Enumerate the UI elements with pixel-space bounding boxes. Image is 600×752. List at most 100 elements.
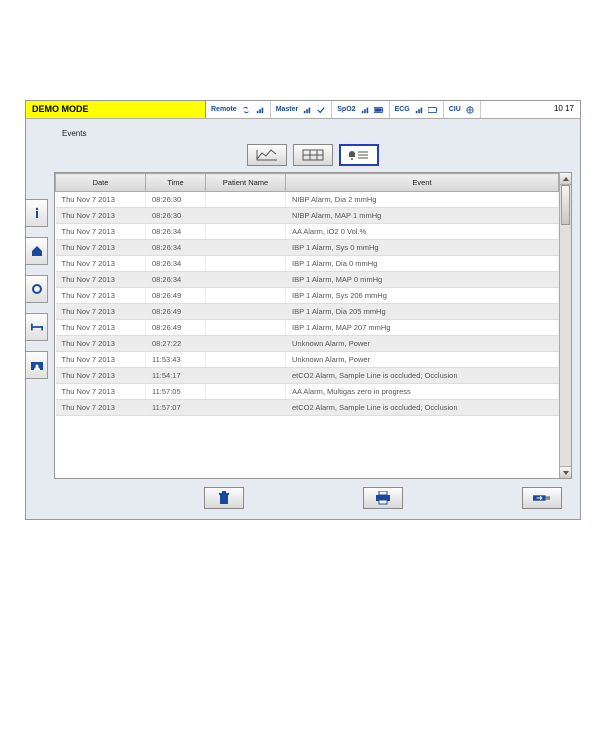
trend-chart-icon [256, 149, 278, 161]
cell-name [206, 272, 286, 288]
cell-time: 08:26:34 [146, 272, 206, 288]
cell-event: IBP 1 Alarm, Dia 205 mmHg [286, 304, 559, 320]
top-tab-label: ECG [395, 106, 410, 113]
top-tab-remote[interactable]: Remote [206, 101, 271, 118]
cell-event: Unknown Alarm, Power [286, 336, 559, 352]
table-row[interactable]: Thu Nov 7 201308:26:34IBP 1 Alarm, Dia 0… [56, 256, 559, 272]
cell-event: IBP 1 Alarm, MAP 0 mmHg [286, 272, 559, 288]
pinwheel-icon [465, 106, 475, 114]
view-btn-trend[interactable] [247, 144, 287, 166]
table-row[interactable]: Thu Nov 7 201311:57:05AA Alarm, Multigas… [56, 384, 559, 400]
bottom-actions [54, 479, 572, 513]
sidebar-btn-bed[interactable] [26, 313, 48, 341]
left-sidebar [26, 119, 48, 519]
table-row[interactable]: Thu Nov 7 201308:26:49IBP 1 Alarm, Sys 2… [56, 288, 559, 304]
view-btn-alarms[interactable] [339, 144, 379, 166]
cell-event: AA Alarm, iO2 0 Vol.% [286, 224, 559, 240]
bed-icon [31, 321, 43, 333]
battery-icon [374, 106, 384, 114]
view-btn-grid[interactable] [293, 144, 333, 166]
table-row[interactable]: Thu Nov 7 201308:26:49 IBP 1 Alarm, MAP 2… [56, 320, 559, 336]
cell-date: Thu Nov 7 2013 [56, 400, 146, 416]
table-row[interactable]: Thu Nov 7 201308:26:49IBP 1 Alarm, Dia 2… [56, 304, 559, 320]
cell-name [206, 320, 286, 336]
home-icon [31, 245, 43, 257]
cell-date: Thu Nov 7 2013 [56, 208, 146, 224]
view-mode-group [54, 144, 572, 166]
table-row[interactable]: Thu Nov 7 201311:53:43 Unknown Alarm, Pow… [56, 352, 559, 368]
col-header-event[interactable]: Event [286, 174, 559, 192]
col-header-date[interactable]: Date [56, 174, 146, 192]
cell-date: Thu Nov 7 2013 [56, 240, 146, 256]
top-tab-label: Remote [211, 106, 237, 113]
cell-event: etCO2 Alarm, Sample Line is occluded; Oc… [286, 400, 559, 416]
usb-export-icon [533, 491, 551, 505]
cell-event: Unknown Alarm, Power [286, 352, 559, 368]
top-tab-spo2[interactable]: SpO2 [332, 101, 389, 118]
events-table: Date Time Patient Name Event Thu Nov 7 2… [55, 173, 559, 416]
sidebar-btn-info[interactable] [26, 199, 48, 227]
sidebar-btn-home[interactable] [26, 237, 48, 265]
print-icon [374, 491, 392, 505]
scroll-up-button[interactable] [560, 173, 571, 185]
table-row[interactable]: Thu Nov 7 201308:26:34IBP 1 Alarm, Sys 0… [56, 240, 559, 256]
cell-time: 08:26:34 [146, 224, 206, 240]
cell-event: etCO2 Alarm, Sample Line is occluded; Oc… [286, 368, 559, 384]
cell-time: 08:26:49 [146, 320, 206, 336]
chevron-up-icon [563, 176, 569, 182]
usb-export-button[interactable] [522, 487, 562, 509]
battery-icon [428, 106, 438, 114]
top-tab-label: Master [276, 106, 299, 113]
sidebar-btn-patient-folder[interactable] [26, 351, 48, 379]
cell-event: NIBP Alarm, MAP 1 mmHg [286, 208, 559, 224]
cell-date: Thu Nov 7 2013 [56, 256, 146, 272]
cell-event: IBP 1 Alarm, MAP 207 mmHg [286, 320, 559, 336]
events-table-container: Date Time Patient Name Event Thu Nov 7 2… [54, 172, 572, 479]
vertical-scrollbar[interactable] [559, 173, 571, 478]
table-row[interactable]: Thu Nov 7 201311:54:17etCO2 Alarm, Sampl… [56, 368, 559, 384]
signal-icon [360, 106, 370, 114]
signal-icon [255, 106, 265, 114]
cell-event: AA Alarm, Multigas zero in progress [286, 384, 559, 400]
cell-name [206, 352, 286, 368]
cell-date: Thu Nov 7 2013 [56, 288, 146, 304]
table-row[interactable]: Thu Nov 7 201308:26:34 AA Alarm, iO2 0 Vo… [56, 224, 559, 240]
cell-event: IBP 1 Alarm, Dia 0 mmHg [286, 256, 559, 272]
top-tab-master[interactable]: Master [271, 101, 333, 118]
cell-date: Thu Nov 7 2013 [56, 192, 146, 208]
table-row[interactable]: Thu Nov 7 201308:26:30NIBP Alarm, Dia 2 … [56, 192, 559, 208]
scroll-down-button[interactable] [560, 466, 571, 478]
cell-date: Thu Nov 7 2013 [56, 352, 146, 368]
check-icon [316, 106, 326, 114]
delete-button[interactable] [204, 487, 244, 509]
col-header-time[interactable]: Time [146, 174, 206, 192]
cell-date: Thu Nov 7 2013 [56, 320, 146, 336]
cell-time: 08:26:30 [146, 208, 206, 224]
scroll-thumb[interactable] [561, 185, 570, 225]
top-tab-ciu[interactable]: CIU [444, 101, 481, 118]
cell-name [206, 240, 286, 256]
cell-event: NIBP Alarm, Dia 2 mmHg [286, 192, 559, 208]
cell-name [206, 368, 286, 384]
print-button[interactable] [363, 487, 403, 509]
table-row[interactable]: Thu Nov 7 201308:27:22 Unknown Alarm, Pow… [56, 336, 559, 352]
top-tab-ecg[interactable]: ECG [390, 101, 444, 118]
clock: 10 17 [548, 101, 580, 118]
cell-name [206, 400, 286, 416]
sidebar-btn-settings[interactable] [26, 275, 48, 303]
chevron-down-icon [563, 470, 569, 476]
cell-date: Thu Nov 7 2013 [56, 336, 146, 352]
cell-time: 08:27:22 [146, 336, 206, 352]
cell-time: 08:26:49 [146, 304, 206, 320]
cell-date: Thu Nov 7 2013 [56, 224, 146, 240]
cell-time: 11:53:43 [146, 352, 206, 368]
top-bar: DEMO MODE Remote Master SpO2 ECG [26, 101, 580, 119]
table-row[interactable]: Thu Nov 7 201311:57:07etCO2 Alarm, Sampl… [56, 400, 559, 416]
table-row[interactable]: Thu Nov 7 201308:26:30 NIBP Alarm, MAP 1 … [56, 208, 559, 224]
cell-name [206, 288, 286, 304]
top-tab-label: CIU [449, 106, 461, 113]
table-grid-icon [302, 149, 324, 161]
section-title: Events [54, 125, 572, 144]
col-header-name[interactable]: Patient Name [206, 174, 286, 192]
table-row[interactable]: Thu Nov 7 201308:26:34IBP 1 Alarm, MAP 0… [56, 272, 559, 288]
